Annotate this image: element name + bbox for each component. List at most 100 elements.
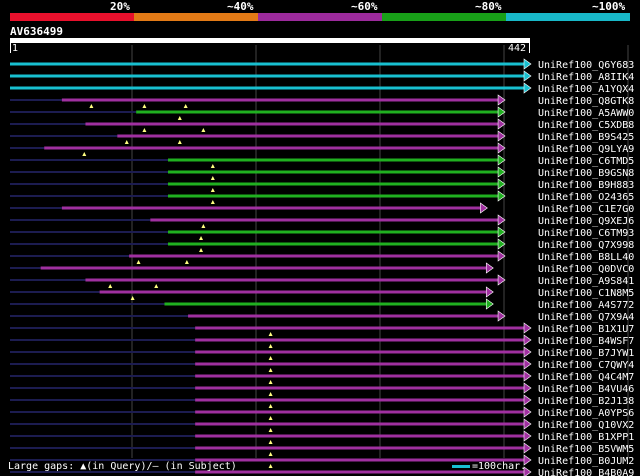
query-gap-marker xyxy=(268,464,273,468)
query-gap-marker xyxy=(184,260,189,264)
hit-arrowhead xyxy=(523,394,532,406)
hit-row: UniRef100_C1N8M5 xyxy=(10,286,634,300)
hit-label: UniRef100_Q0DVC0 xyxy=(538,264,634,275)
scale-text: =100char. xyxy=(472,461,527,472)
query-gap-marker xyxy=(210,188,215,192)
query-gap-marker xyxy=(268,344,273,348)
hit-row: UniRef100_A9S841 xyxy=(10,274,634,288)
query-gap-marker xyxy=(268,332,273,336)
hit-label: UniRef100_A4S772 xyxy=(538,300,634,311)
hit-row: UniRef100_Q4C4M7 xyxy=(10,370,634,384)
hit-row: UniRef100_Q9LYA9 xyxy=(10,142,634,156)
hit-label: UniRef100_C6TMD5 xyxy=(538,156,634,167)
query-gap-marker xyxy=(142,128,147,132)
hit-label: UniRef100_B5VWM5 xyxy=(538,444,634,455)
hit-label: UniRef100_B9H883 xyxy=(538,180,634,191)
query-gap-marker xyxy=(210,164,215,168)
query-gap-marker xyxy=(268,416,273,420)
hit-label: UniRef100_C5XDB8 xyxy=(538,120,634,131)
query-gap-marker xyxy=(268,380,273,384)
hit-label: UniRef100_Q8GTK8 xyxy=(538,96,634,107)
gaps-legend: Large gaps: ▲(in Query)/— (in Subject) xyxy=(8,461,237,472)
hit-label: UniRef100_B7JYW1 xyxy=(538,348,634,359)
hit-arrowhead xyxy=(485,286,494,298)
hit-arrowhead xyxy=(523,334,532,346)
hit-row: UniRef100_Q9XEJ6 xyxy=(10,214,634,228)
query-gap-marker xyxy=(177,116,182,120)
hit-label: UniRef100_B2J138 xyxy=(538,396,634,407)
hit-label: UniRef100_O24365 xyxy=(538,192,634,203)
hit-label: UniRef100_Q6Y683 xyxy=(538,60,634,71)
scale-legend: =100char. xyxy=(452,461,526,472)
hit-row: UniRef100_C6TMD5 xyxy=(10,154,634,168)
hit-label: UniRef100_C6TM93 xyxy=(538,228,634,239)
hit-label: UniRef100_C1N8M5 xyxy=(538,288,634,299)
query-gap-marker xyxy=(142,104,147,108)
hit-label: UniRef100_B9S425 xyxy=(538,132,634,143)
hit-row: UniRef100_B9H883 xyxy=(10,178,634,192)
hit-label: UniRef100_C7QWY4 xyxy=(538,360,634,371)
hit-label: UniRef100_B9GSN8 xyxy=(538,168,634,179)
hit-row: UniRef100_A4S772 xyxy=(10,298,634,311)
hit-label: UniRef100_B1X1U7 xyxy=(538,324,634,335)
hit-row: UniRef100_A1YQX4 xyxy=(10,82,634,95)
query-gap-marker xyxy=(268,428,273,432)
hit-arrowhead xyxy=(523,382,532,394)
hit-row: UniRef100_Q7X998 xyxy=(10,238,634,252)
hit-arrowhead xyxy=(523,346,532,358)
hit-arrowhead xyxy=(485,298,494,310)
hit-arrowhead xyxy=(523,322,532,334)
hit-label: UniRef100_B4WSF7 xyxy=(538,336,634,347)
query-gap-marker xyxy=(268,356,273,360)
hit-row: UniRef100_A8IIK4 xyxy=(10,70,634,83)
query-gap-marker xyxy=(82,152,87,156)
hit-row: UniRef100_A0YPS6 xyxy=(10,406,634,420)
hit-arrowhead xyxy=(523,358,532,370)
hit-arrowhead xyxy=(523,430,532,442)
hit-row: UniRef100_B4WSF7 xyxy=(10,334,634,348)
hit-row: UniRef100_O24365 xyxy=(10,190,634,204)
query-gap-marker xyxy=(89,104,94,108)
hit-arrowhead xyxy=(523,442,532,454)
hit-row: UniRef100_B7JYW1 xyxy=(10,346,634,360)
hit-row: UniRef100_C6TM93 xyxy=(10,226,634,240)
hit-label: UniRef100_Q4C4M7 xyxy=(538,372,634,383)
hit-label: UniRef100_A1YQX4 xyxy=(538,84,634,95)
query-gap-marker xyxy=(124,140,129,144)
hit-row: UniRef100_B1X1U7 xyxy=(10,322,634,336)
hit-label: UniRef100_Q9LYA9 xyxy=(538,144,634,155)
query-gap-marker xyxy=(183,104,188,108)
hit-arrowhead xyxy=(485,262,494,274)
query-gap-marker xyxy=(210,200,215,204)
query-gap-marker xyxy=(268,368,273,372)
hit-arrowhead xyxy=(523,406,532,418)
hit-label: UniRef100_C1E7G0 xyxy=(538,204,634,215)
hit-arrowhead xyxy=(523,58,532,70)
hit-row: UniRef100_B9GSN8 xyxy=(10,166,634,180)
query-gap-marker xyxy=(268,404,273,408)
query-gap-marker xyxy=(268,392,273,396)
query-gap-marker xyxy=(199,248,204,252)
hit-row: UniRef100_B1XPP1 xyxy=(10,430,634,444)
hit-arrowhead xyxy=(480,202,488,214)
scale-swatch xyxy=(452,464,470,468)
hit-row: UniRef100_C5XDB8 xyxy=(10,118,634,132)
hit-row: UniRef100_B4VU46 xyxy=(10,382,634,396)
query-gap-marker xyxy=(154,284,159,288)
hit-label: UniRef100_Q9XEJ6 xyxy=(538,216,634,227)
hit-arrowhead xyxy=(523,370,532,382)
query-gap-marker xyxy=(201,224,206,228)
hit-arrowhead xyxy=(523,82,532,94)
hit-label: UniRef100_B8LL40 xyxy=(538,252,634,263)
hit-row: UniRef100_Q10VX2 xyxy=(10,418,634,432)
query-gap-marker xyxy=(136,260,141,264)
hit-label: UniRef100_Q7X9A4 xyxy=(538,312,634,323)
hit-label: UniRef100_Q7X998 xyxy=(538,240,634,251)
hit-label: UniRef100_B4VU46 xyxy=(538,384,634,395)
hit-arrowhead xyxy=(523,418,532,430)
alignment-hits-graphic: UniRef100_Q6Y683UniRef100_A8IIK4UniRef10… xyxy=(10,45,634,476)
query-gap-marker xyxy=(199,236,204,240)
hit-row: UniRef100_B8LL40 xyxy=(10,250,634,264)
hit-row: UniRef100_B5VWM5 xyxy=(10,442,634,456)
hit-row: UniRef100_A5AWW0 xyxy=(10,106,634,120)
